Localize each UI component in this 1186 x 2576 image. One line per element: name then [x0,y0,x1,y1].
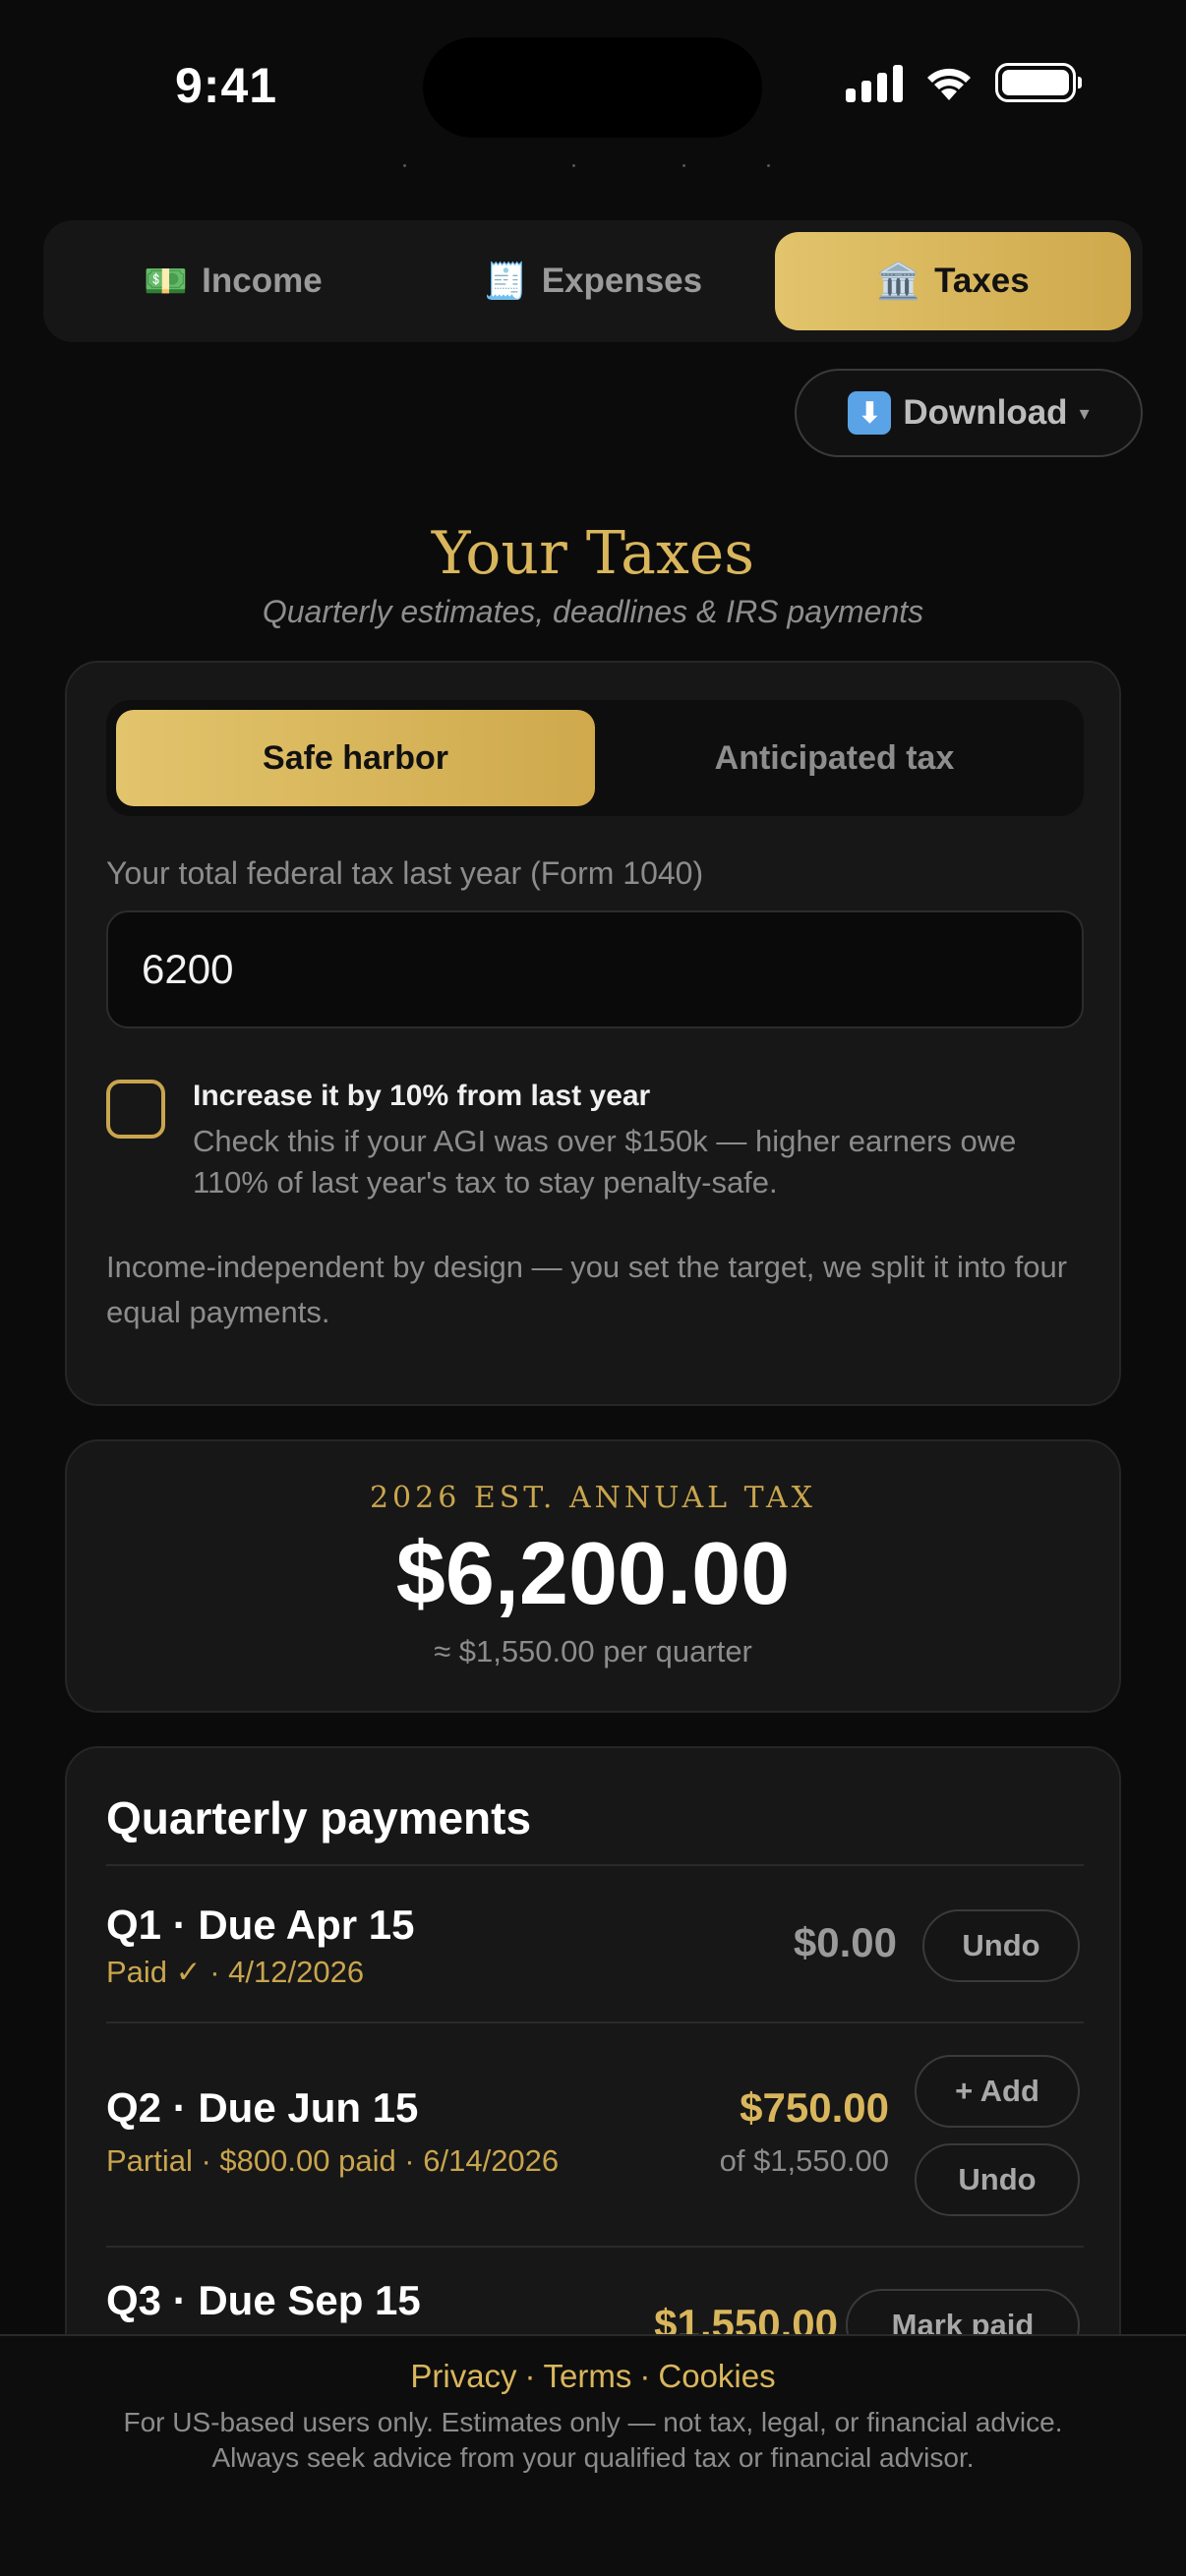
annual-tax-label: 2026 EST. ANNUAL TAX [369,1481,817,1515]
increase-checkbox-description: Check this if your AGI was over $150k — … [193,1124,1017,1200]
download-button[interactable]: ⬇ Download ▾ [795,369,1143,457]
page-subtitle: Quarterly estimates, deadlines & IRS pay… [262,594,924,629]
battery-icon [995,63,1082,102]
bank-icon: 🏛️ [876,261,921,301]
q1-status: Paid ✓ · 4/12/2026 [106,1955,365,1989]
q3-title: Q3 · Due Sep 15 [106,2277,421,2323]
q2-add-button[interactable]: + Add [915,2055,1080,2128]
annual-tax-amount: $6,200.00 [395,1525,791,1623]
wifi-icon [927,68,971,100]
download-icon: ⬇ [848,391,892,435]
tax-settings-card: Safe harbor Anticipated tax Your total f… [65,661,1121,1406]
q2-status: Partial · $800.00 paid · 6/14/2026 [106,2143,560,2178]
q2-title: Q2 · Due Jun 15 [106,2084,419,2131]
money-icon: 💵 [144,261,189,301]
link-separator: · [524,2358,536,2394]
status-bar: 9:41 [0,0,1186,147]
last-year-tax-input[interactable] [106,910,1084,1028]
q2-undo-button[interactable]: Undo [915,2143,1080,2216]
footer-links: Privacy · Terms · Cookies [0,2358,1186,2395]
increase-10-percent-checkbox[interactable] [106,1080,165,1139]
tab-expenses[interactable]: 🧾 Expenses [415,232,771,330]
quarterly-payments-title: Quarterly payments [106,1792,532,1844]
q2-remaining-amount: $750.00 [740,2084,889,2131]
divider [106,1864,1084,1866]
footer: Privacy · Terms · Cookies For US-based users… [0,2334,1186,2576]
status-icons [846,63,1082,102]
cellular-signal-icon [846,63,903,102]
q1-title: Q1 · Due Apr 15 [106,1902,415,1948]
annual-estimate-card: 2026 EST. ANNUAL TAX $6,200.00 ≈ $1,550.… [65,1439,1121,1713]
cookies-link[interactable]: Cookies [658,2358,775,2394]
disclaimer-line-2: Always seek advice from your qualified t… [211,2442,975,2473]
page-title: Your Taxes [431,519,755,588]
status-time: 9:41 [175,58,278,113]
tab-income[interactable]: 💵 Income [55,232,411,330]
per-quarter-amount: ≈ $1,550.00 per quarter [434,1634,752,1669]
tab-expenses-label: Expenses [541,262,703,300]
section-tabs: 💵 Income 🧾 Expenses 🏛️ Taxes [43,220,1143,342]
anticipated-tax-option[interactable]: Anticipated tax [595,710,1074,806]
tab-income-label: Income [202,262,323,300]
increase-checkbox-label: Increase it by 10% from last year [193,1080,651,1112]
dynamic-island [423,37,762,138]
page-indicator-dots [0,164,1186,168]
footer-disclaimer: For US-based users only. Estimates only … [0,2405,1186,2476]
privacy-link[interactable]: Privacy [410,2358,516,2394]
q2-total-amount: of $1,550.00 [719,2143,889,2178]
disclaimer-line-1: For US-based users only. Estimates only … [123,2407,1063,2437]
tab-taxes[interactable]: 🏛️ Taxes [775,232,1131,330]
terms-link[interactable]: Terms [544,2358,632,2394]
download-label: Download [903,393,1068,432]
divider [106,2246,1084,2248]
tax-mode-toggle: Safe harbor Anticipated tax [106,700,1084,816]
last-year-tax-label: Your total federal tax last year (Form 1… [106,855,704,891]
q1-undo-button[interactable]: Undo [922,1909,1080,1982]
safe-harbor-option[interactable]: Safe harbor [116,710,595,806]
receipt-icon: 🧾 [483,261,528,301]
chevron-down-icon: ▾ [1079,402,1090,425]
link-separator: · [639,2358,651,2394]
split-note: Income-independent by design — you set t… [106,1250,1068,1329]
divider [106,2021,1084,2023]
q1-amount: $0.00 [793,1919,897,1965]
tab-taxes-label: Taxes [934,262,1030,300]
